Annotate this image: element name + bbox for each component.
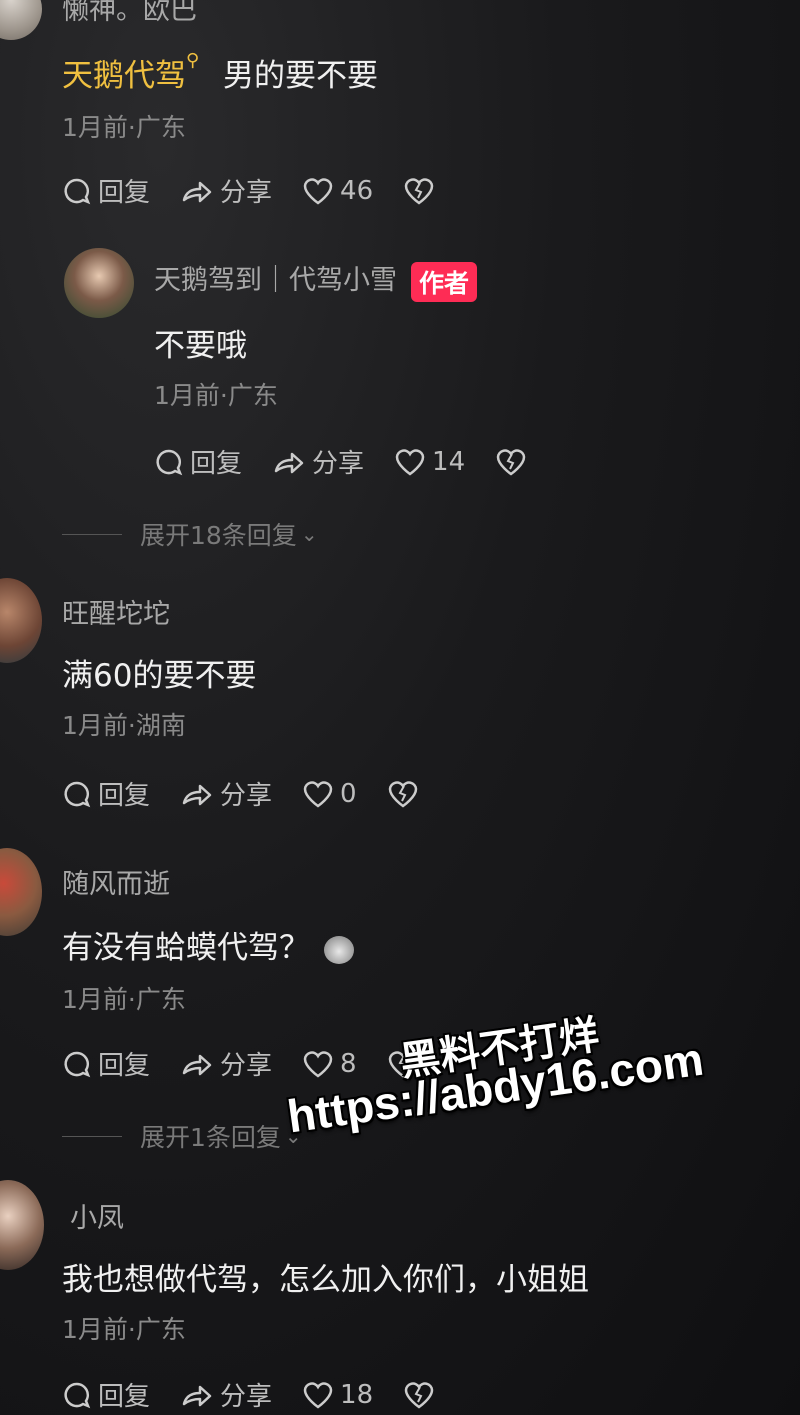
comment-meta: 1月前·广东: [154, 381, 278, 410]
comment-actions: 回复 分享 0: [62, 775, 455, 812]
reply-button[interactable]: 回复: [62, 172, 150, 209]
reply-button[interactable]: 回复: [62, 1045, 150, 1082]
expand-replies-button[interactable]: 展开18条回复 ⌄: [62, 516, 318, 552]
divider: [62, 533, 122, 535]
like-count: 0: [340, 778, 357, 809]
avatar[interactable]: [0, 1180, 44, 1270]
comment-text: 天鹅代驾⚲ 男的要不要: [62, 50, 378, 95]
chevron-down-icon: ⌄: [300, 522, 318, 546]
avatar[interactable]: [0, 0, 42, 40]
reply-icon: [156, 449, 183, 475]
heart-icon: [303, 1381, 333, 1409]
like-count: 18: [340, 1379, 374, 1410]
share-icon: [274, 452, 304, 473]
dislike-button[interactable]: [403, 1380, 441, 1410]
dislike-button[interactable]: [495, 447, 533, 477]
heart-icon: [303, 177, 333, 205]
like-button[interactable]: 14: [394, 447, 465, 477]
heart-icon: [395, 448, 425, 476]
share-icon: [182, 1385, 212, 1406]
comment-meta: 1月前·广东: [62, 985, 186, 1014]
comment-actions: 回复 分享 46: [62, 172, 471, 209]
heart-icon: [303, 780, 333, 808]
comment-username[interactable]: 懒神。欧巴: [62, 0, 197, 27]
comment-text: 我也想做代驾，怎么加入你们，小姐姐: [62, 1262, 589, 1298]
like-button[interactable]: 18: [302, 1380, 373, 1410]
comment-text: 满60的要不要: [62, 658, 257, 694]
comment-username[interactable]: 天鹅驾到｜代驾小雪 作者: [154, 258, 478, 302]
share-button[interactable]: 分享: [180, 775, 272, 812]
share-button[interactable]: 分享: [180, 1045, 272, 1082]
like-button[interactable]: 0: [302, 779, 357, 809]
reply-button[interactable]: 回复: [154, 443, 242, 480]
share-button[interactable]: 分享: [180, 172, 272, 209]
reply-icon: [64, 1051, 91, 1077]
expand-replies-button[interactable]: 展开1条回复 ⌄: [62, 1118, 302, 1154]
comment-meta: 1月前·湖南: [62, 711, 186, 740]
divider: [62, 1135, 122, 1137]
like-button[interactable]: 8: [302, 1049, 357, 1079]
mention-link[interactable]: 天鹅代驾: [62, 58, 186, 94]
avatar[interactable]: [0, 848, 42, 936]
search-icon: ⚲: [186, 50, 200, 71]
author-badge: 作者: [411, 261, 478, 302]
comment-actions: 回复 分享 14: [154, 443, 563, 480]
like-count: 46: [340, 175, 374, 206]
comment-text: 不要哦: [154, 328, 247, 364]
avatar[interactable]: [64, 248, 134, 318]
reply-icon: [64, 781, 91, 807]
broken-heart-icon: [388, 780, 417, 808]
like-count: 8: [340, 1048, 357, 1079]
comment-body: 男的要不要: [223, 58, 379, 94]
dislike-button[interactable]: [403, 176, 441, 206]
broken-heart-icon: [404, 1381, 434, 1409]
dislike-button[interactable]: [387, 779, 425, 809]
share-icon: [182, 181, 212, 202]
comment-username[interactable]: 旺醒坨坨: [62, 592, 170, 631]
reply-button[interactable]: 回复: [62, 775, 150, 812]
share-icon: [182, 1054, 212, 1075]
comment-meta: 1月前·广东: [62, 1315, 186, 1344]
like-button[interactable]: 46: [302, 176, 373, 206]
share-icon: [182, 784, 212, 805]
comment-username[interactable]: 随风而逝: [62, 862, 170, 901]
avatar[interactable]: [0, 578, 42, 663]
reply-icon: [64, 1382, 91, 1408]
reply-button[interactable]: 回复: [62, 1376, 150, 1413]
reply-icon: [64, 178, 91, 204]
broken-heart-icon: [404, 177, 434, 205]
comment-username[interactable]: 小凤: [70, 1196, 124, 1235]
like-count: 14: [432, 446, 466, 477]
comment-meta: 1月前·广东: [62, 113, 186, 142]
share-button[interactable]: 分享: [180, 1376, 272, 1413]
heart-icon: [303, 1050, 333, 1078]
share-button[interactable]: 分享: [272, 443, 364, 480]
comment-actions: 回复 分享 18: [62, 1376, 471, 1413]
frog-emoji-icon: [324, 935, 354, 964]
comment-text: 有没有蛤蟆代驾？: [62, 922, 354, 967]
broken-heart-icon: [496, 448, 526, 476]
